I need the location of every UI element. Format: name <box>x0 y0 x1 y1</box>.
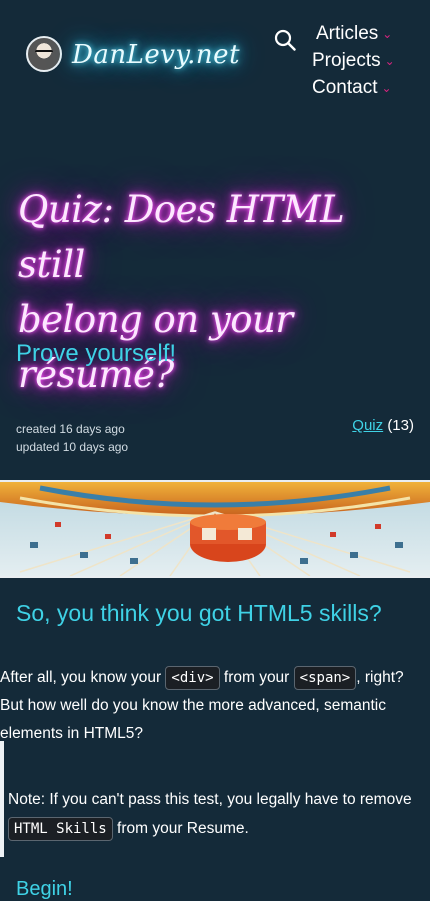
tag-count: (13) <box>387 417 414 434</box>
note-text: Note: If you can't pass this test, you l… <box>8 785 418 844</box>
section-heading: So, you think you got HTML5 skills? <box>16 600 382 626</box>
carousel-illustration <box>0 482 430 576</box>
post-dates: created 16 days ago updated 10 days ago <box>16 420 128 456</box>
carousel-banner-image <box>0 480 430 578</box>
page-title: Quiz: Does HTML still belong on your rés… <box>18 188 345 396</box>
nav-item-projects[interactable]: Projects ⌄ <box>312 49 395 76</box>
avatar[interactable] <box>26 36 62 72</box>
inline-code-html-skills: HTML Skills <box>8 817 113 841</box>
nav-item-articles[interactable]: Articles ⌄ <box>316 22 395 49</box>
inline-code-div: <div> <box>165 666 220 690</box>
site-brand-link[interactable]: DanLevy.net <box>72 40 240 70</box>
note-blockquote: Note: If you can't pass this test, you l… <box>0 741 430 857</box>
main-nav: Articles ⌄ Projects ⌄ Contact ⌄ <box>312 22 395 103</box>
site-header: DanLevy.net Articles ⌄ Projects ⌄ Contact ⌄ <box>0 0 430 120</box>
intro-paragraph: After all, you know your <div> from your… <box>0 664 430 748</box>
tag-link-quiz[interactable]: Quiz <box>352 417 383 434</box>
chevron-down-icon: ⌄ <box>382 27 393 41</box>
chevron-down-icon: ⌄ <box>381 81 392 95</box>
post-tag: Quiz (13) <box>352 417 414 434</box>
inline-code-span: <span> <box>293 666 357 690</box>
created-date: created 16 days ago <box>16 422 125 436</box>
search-icon[interactable] <box>274 29 296 51</box>
begin-button[interactable]: Begin! <box>16 878 73 901</box>
page-subtitle: Prove yourself! <box>16 340 177 367</box>
nav-item-contact[interactable]: Contact ⌄ <box>312 76 395 103</box>
chevron-down-icon: ⌄ <box>384 54 395 68</box>
updated-date: updated 10 days ago <box>16 440 129 454</box>
